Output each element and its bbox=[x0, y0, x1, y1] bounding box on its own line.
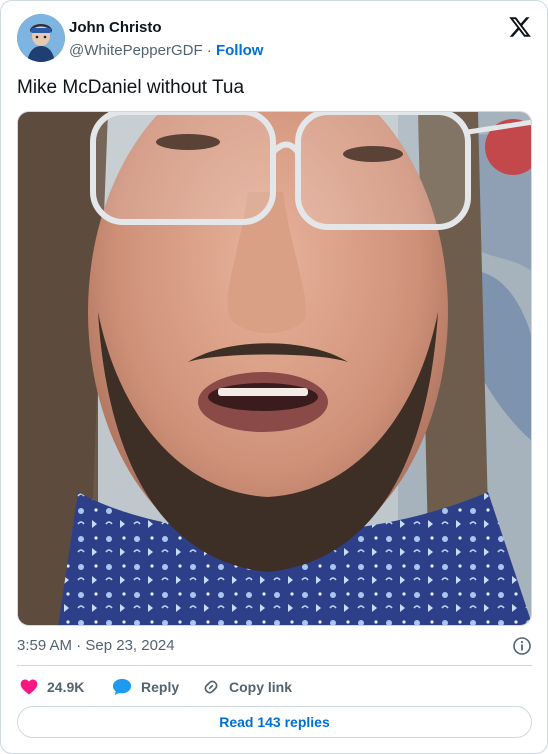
read-replies-button[interactable]: Read 143 replies bbox=[17, 706, 532, 738]
link-icon bbox=[201, 677, 221, 697]
avatar[interactable] bbox=[17, 14, 65, 62]
like-count: 24.9K bbox=[47, 679, 85, 695]
divider bbox=[17, 665, 532, 666]
author-name[interactable]: John Christo bbox=[69, 19, 162, 36]
tweet-video[interactable] bbox=[17, 111, 532, 626]
tweet-timestamp[interactable]: 3:59 AM · Sep 23, 2024 bbox=[17, 637, 175, 654]
tweet-card: John Christo @WhitePepperGDF · Follow Mi… bbox=[0, 0, 548, 754]
copy-link-label: Copy link bbox=[229, 679, 293, 695]
author-handle[interactable]: @WhitePepperGDF bbox=[69, 42, 203, 59]
tweet-text: Mike McDaniel without Tua bbox=[17, 77, 245, 98]
separator-dot: · bbox=[206, 42, 212, 59]
follow-button[interactable]: Follow bbox=[216, 42, 264, 59]
x-logo-icon[interactable] bbox=[508, 15, 532, 39]
info-icon[interactable] bbox=[512, 636, 532, 656]
copy-link-button[interactable]: Copy link bbox=[201, 675, 292, 699]
reply-button[interactable]: Reply bbox=[111, 675, 179, 699]
reply-label: Reply bbox=[141, 679, 180, 695]
reply-bubble-icon bbox=[111, 677, 133, 697]
heart-icon bbox=[19, 677, 39, 697]
like-button[interactable]: 24.9K bbox=[19, 675, 84, 699]
author-handle-row: @WhitePepperGDF · Follow bbox=[69, 42, 263, 59]
